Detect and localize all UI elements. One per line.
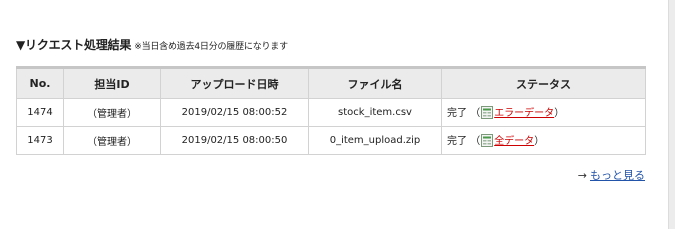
section-note: ※当日含め過去4日分の履歴になります bbox=[134, 42, 288, 52]
header-upload-datetime: アップロード日時 bbox=[160, 66, 309, 99]
table-header-row: No. 担当ID アップロード日時 ファイル名 ステータス bbox=[16, 66, 646, 99]
status-text: 完了 bbox=[447, 135, 467, 147]
row-status: 完了 （ 全データ） bbox=[441, 126, 646, 155]
status-text: 完了 bbox=[447, 107, 467, 119]
row-datetime: 2019/02/15 08:00:50 bbox=[160, 126, 309, 155]
request-results-table: No. 担当ID アップロード日時 ファイル名 ステータス 1474 （管理者）… bbox=[16, 66, 646, 155]
right-arrow-icon: → bbox=[577, 169, 587, 182]
open-paren: （ bbox=[470, 135, 481, 147]
row-user: （管理者） bbox=[63, 98, 161, 127]
close-paren: ） bbox=[554, 107, 565, 119]
row-status: 完了 （ エラーデータ） bbox=[441, 98, 646, 127]
header-status: ステータス bbox=[441, 66, 646, 99]
row-datetime: 2019/02/15 08:00:52 bbox=[160, 98, 309, 127]
row-user: （管理者） bbox=[63, 126, 161, 155]
row-no: 1473 bbox=[16, 126, 64, 155]
row-filename: stock_item.csv bbox=[308, 98, 442, 127]
row-no: 1474 bbox=[16, 98, 64, 127]
header-user-id: 担当ID bbox=[63, 66, 161, 99]
spreadsheet-file-icon bbox=[481, 105, 494, 122]
table-row: 1474 （管理者） 2019/02/15 08:00:52 stock_ite… bbox=[16, 98, 646, 127]
section-title: ▼リクエスト処理結果 ※当日含め過去4日分の履歴になります bbox=[16, 36, 288, 53]
right-scroll-rail bbox=[668, 0, 675, 229]
spreadsheet-file-icon bbox=[481, 133, 494, 150]
error-data-link[interactable]: エラーデータ bbox=[494, 108, 554, 119]
see-more-link[interactable]: もっと見る bbox=[590, 169, 645, 182]
table-row: 1473 （管理者） 2019/02/15 08:00:50 0_item_up… bbox=[16, 126, 646, 155]
header-no: No. bbox=[16, 66, 64, 99]
more-link-area: → もっと見る bbox=[578, 167, 645, 183]
section-title-text: ▼リクエスト処理結果 bbox=[16, 38, 132, 52]
header-filename: ファイル名 bbox=[308, 66, 442, 99]
close-paren: ） bbox=[534, 135, 545, 147]
row-filename: 0_item_upload.zip bbox=[308, 126, 442, 155]
open-paren: （ bbox=[470, 107, 481, 119]
all-data-link[interactable]: 全データ bbox=[494, 136, 534, 147]
